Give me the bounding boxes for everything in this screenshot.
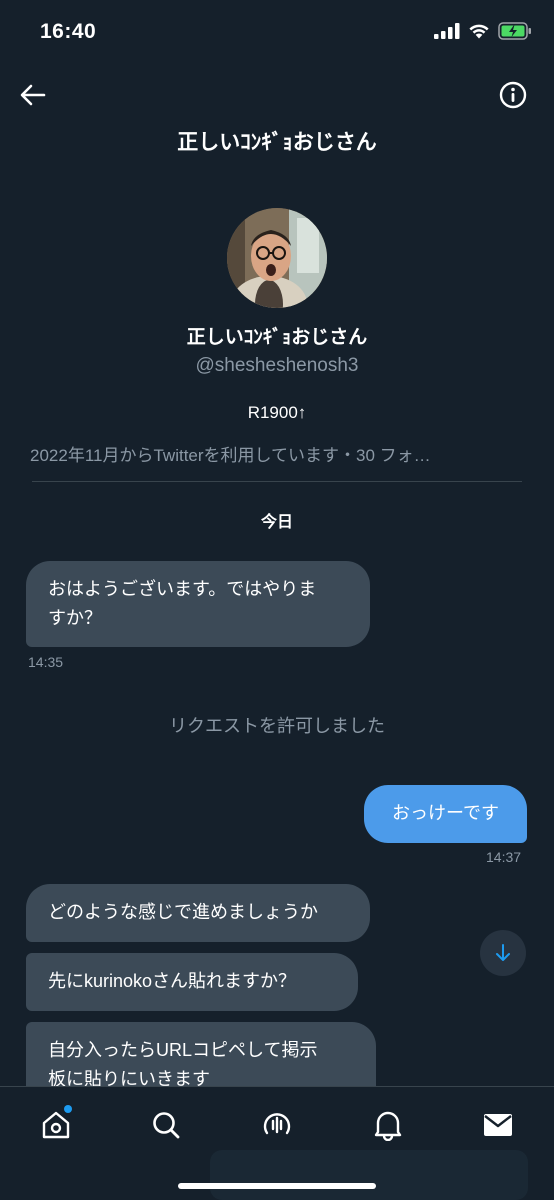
divider <box>32 481 522 482</box>
arrow-left-icon <box>20 84 46 106</box>
info-button[interactable] <box>496 78 530 112</box>
message-bubble-incoming[interactable]: 先にkurinokoさん貼れますか？ <box>26 953 358 1011</box>
header-title: 正しいｺﾝｷﾞｮおじさん <box>177 131 377 154</box>
status-bar: 16:40 <box>0 0 554 66</box>
tab-messages[interactable] <box>478 1105 518 1145</box>
message-bubble-incoming[interactable]: どのような感じで進めましょうか <box>26 884 370 942</box>
message-time: 14:35 <box>28 654 64 670</box>
message-text-line: おはようございます。ではやりま <box>48 579 317 599</box>
notification-dot <box>64 1105 72 1113</box>
bell-icon <box>374 1111 402 1141</box>
message-text-line: 自分入ったらURLコピペして掲示 <box>48 1040 318 1060</box>
home-indicator <box>178 1183 376 1189</box>
message-bubble-outgoing[interactable]: おっけーです <box>364 785 527 843</box>
message-text: 先にkurinokoさん貼れますか？ <box>48 971 297 991</box>
home-icon <box>42 1111 70 1139</box>
conversation-header: 正しいｺﾝｷﾞｮおじさん <box>0 66 554 166</box>
tab-search[interactable] <box>146 1105 186 1145</box>
search-icon <box>153 1112 180 1139</box>
scroll-to-bottom-button[interactable] <box>480 930 526 976</box>
info-icon <box>499 81 527 109</box>
status-time: 16:40 <box>40 20 97 43</box>
message-text: おっけーです <box>392 803 499 823</box>
arrow-down-icon <box>496 944 510 961</box>
mail-icon <box>484 1114 512 1136</box>
tab-notifications[interactable] <box>368 1105 408 1145</box>
system-message: リクエストを許可しました <box>169 716 385 736</box>
tab-spaces[interactable] <box>257 1105 297 1145</box>
back-button[interactable] <box>16 78 50 112</box>
date-separator: 今日 <box>260 514 293 531</box>
wifi-icon <box>469 24 489 39</box>
profile-meta: 2022年11月からTwitterを利用しています・30 フォ… <box>30 446 431 465</box>
message-text-line: すか？ <box>48 608 102 628</box>
tab-home[interactable] <box>36 1105 76 1145</box>
profile-summary[interactable]: 正しいｺﾝｷﾞｮおじさん @shesheshenosh3 R1900↑ 2022… <box>0 208 554 466</box>
battery-charging-icon <box>498 22 531 40</box>
profile-bio: R1900↑ <box>247 403 307 422</box>
spaces-icon <box>263 1113 291 1135</box>
message-time: 14:37 <box>486 849 522 865</box>
profile-handle: @shesheshenosh3 <box>195 355 359 376</box>
status-icons <box>434 22 532 40</box>
signal-icon <box>434 23 460 39</box>
message-text: どのような感じで進めましょうか <box>48 902 318 922</box>
avatar-image <box>227 208 327 308</box>
message-composer[interactable] <box>210 1150 528 1200</box>
message-bubble-incoming[interactable]: おはようございます。ではやりま すか？ <box>26 561 370 647</box>
avatar[interactable] <box>227 208 327 308</box>
profile-name: 正しいｺﾝｷﾞｮおじさん <box>186 327 368 348</box>
